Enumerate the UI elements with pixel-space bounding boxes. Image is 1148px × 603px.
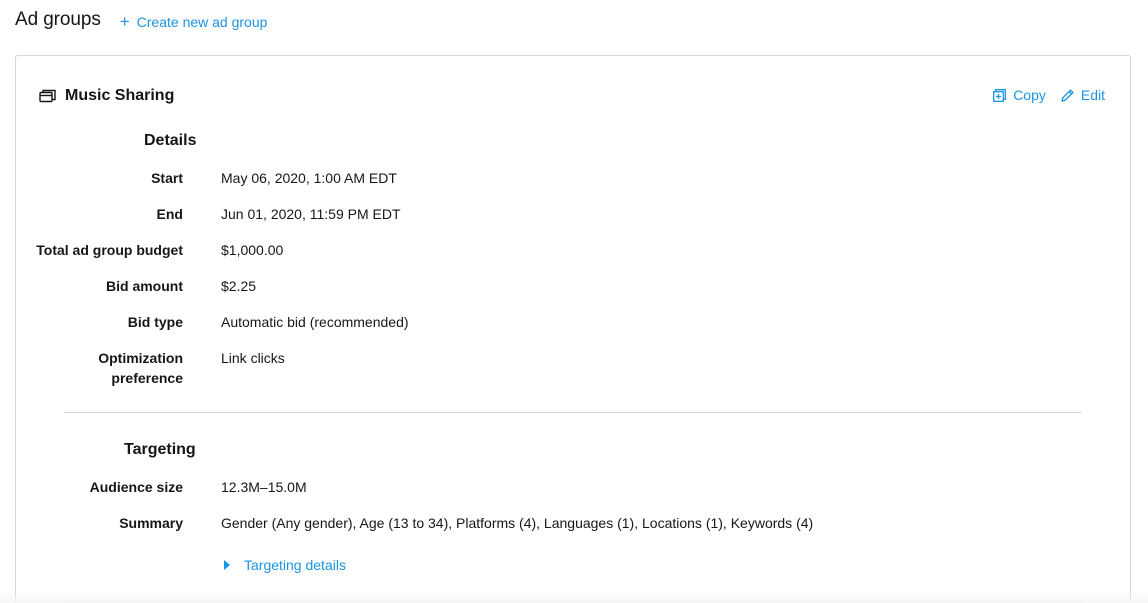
ad-group-icon xyxy=(39,89,56,103)
audience-size-label: Audience size xyxy=(89,479,183,495)
ad-group-actions: Copy Edit xyxy=(993,87,1105,103)
end-value: Jun 01, 2020, 11:59 PM EDT xyxy=(221,206,401,222)
targeting-details-label: Targeting details xyxy=(244,557,346,573)
bid-type-value: Automatic bid (recommended) xyxy=(221,314,409,330)
plus-icon: + xyxy=(119,11,130,31)
page-title: Ad groups xyxy=(15,9,101,30)
ad-groups-page: Ad groups + Create new ad group Music Sh… xyxy=(0,0,1148,603)
audience-size-value: 12.3M–15.0M xyxy=(221,479,307,495)
targeting-section-title: Targeting xyxy=(124,441,196,458)
optimization-label: Optimization preference xyxy=(13,348,183,388)
budget-value: $1,000.00 xyxy=(221,242,284,258)
summary-label: Summary xyxy=(119,515,183,531)
optimization-label-line1: Optimization xyxy=(98,350,183,366)
summary-value: Gender (Any gender), Age (13 to 34), Pla… xyxy=(221,515,814,531)
pencil-icon xyxy=(1061,88,1074,102)
create-ad-group-label: Create new ad group xyxy=(136,13,268,30)
page-header: Ad groups + Create new ad group xyxy=(15,9,267,31)
start-label: Start xyxy=(151,170,183,186)
ad-group-card: Music Sharing Copy Edit Details Start Ma… xyxy=(15,55,1131,603)
start-value: May 06, 2020, 1:00 AM EDT xyxy=(221,170,397,186)
bid-type-label: Bid type xyxy=(127,314,183,330)
optimization-label-line2: preference xyxy=(111,370,183,386)
copy-label: Copy xyxy=(1013,87,1046,103)
budget-label: Total ad group budget xyxy=(36,242,183,258)
targeting-details-toggle[interactable]: Targeting details xyxy=(224,557,346,573)
copy-icon xyxy=(993,88,1007,102)
optimization-value: Link clicks xyxy=(221,350,285,366)
ad-group-header: Music Sharing xyxy=(39,87,174,105)
bid-amount-label: Bid amount xyxy=(106,278,183,294)
scroll-fade xyxy=(0,591,1148,603)
edit-label: Edit xyxy=(1080,87,1105,103)
copy-button[interactable]: Copy xyxy=(993,87,1046,103)
create-ad-group-link[interactable]: + Create new ad group xyxy=(119,11,268,31)
bid-amount-value: $2.25 xyxy=(221,278,257,294)
details-section-title: Details xyxy=(144,132,197,149)
edit-button[interactable]: Edit xyxy=(1061,87,1105,103)
ad-group-name: Music Sharing xyxy=(65,87,175,104)
end-label: End xyxy=(156,206,183,222)
caret-right-icon xyxy=(224,560,230,570)
section-divider xyxy=(64,412,1082,413)
